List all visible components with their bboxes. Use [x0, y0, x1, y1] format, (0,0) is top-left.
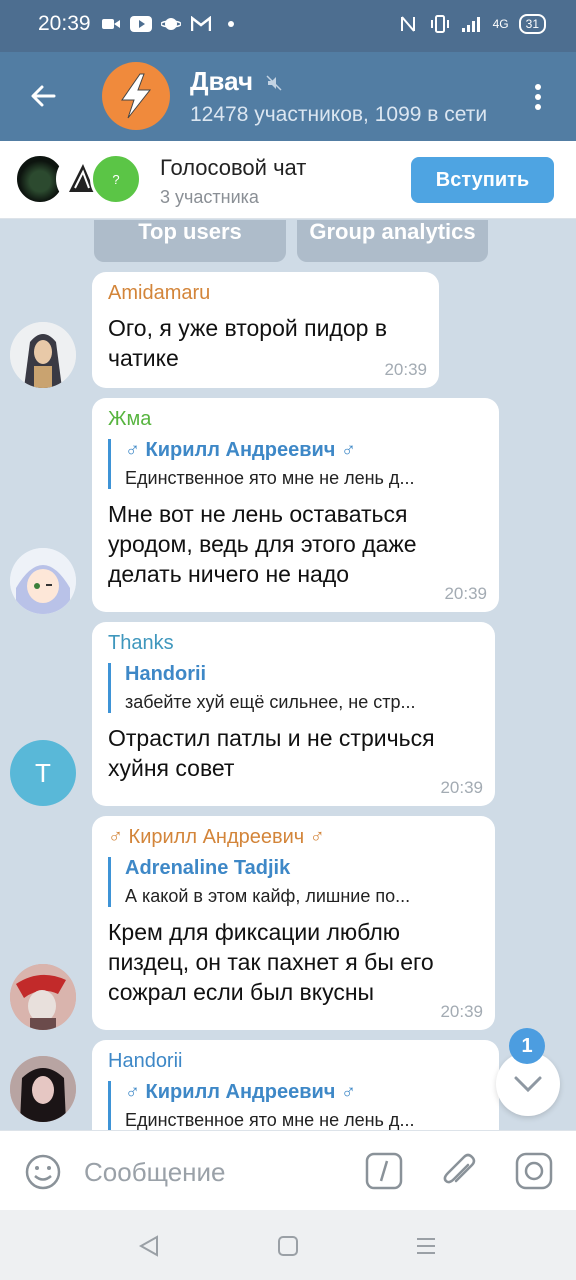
message-bubble[interactable]: Thanks Handorii забейте хуй ещё сильнее,… — [92, 622, 495, 806]
planet-icon — [160, 14, 182, 34]
message-time: 20:39 — [440, 778, 483, 797]
message-time: 20:39 — [384, 360, 427, 379]
chat-title: Двач — [190, 66, 254, 96]
status-left-icons — [100, 14, 242, 34]
gmail-icon — [190, 14, 212, 34]
system-nav-bar — [0, 1210, 576, 1280]
message-time: 20:39 — [444, 584, 487, 603]
more-vertical-icon — [535, 84, 541, 110]
chat-avatar[interactable] — [102, 62, 170, 130]
reply-text: Единственное ято мне не лень д... — [125, 1110, 415, 1130]
lightning-icon — [121, 73, 152, 119]
muted-icon — [266, 75, 282, 96]
emoji-button[interactable] — [24, 1153, 62, 1196]
avatar[interactable] — [10, 964, 76, 1030]
reply-preview[interactable]: Handorii забейте хуй ещё сильнее, не стр… — [108, 663, 479, 713]
network-type: 4G — [492, 17, 509, 31]
reply-author: ♂ Кирилл Андреевич ♂ — [125, 1081, 356, 1103]
nav-home-button[interactable] — [276, 1234, 300, 1263]
message-text: Крем для фиксации люблю пиздец, он так п… — [108, 919, 434, 1005]
message-input[interactable]: Сообщение — [84, 1157, 226, 1188]
nfc-icon — [397, 14, 419, 34]
keyboard-button-group-analytics[interactable]: Group analytics — [297, 220, 488, 262]
keyboard-button-top-users[interactable]: Top users — [94, 220, 286, 262]
message-sender: ♂ Кирилл Андреевич ♂ — [108, 826, 325, 848]
reply-preview[interactable]: Adrenaline Tadjik А какой в этом кайф, л… — [108, 857, 479, 907]
triangle-back-icon — [138, 1235, 158, 1257]
reply-author: ♂ Кирилл Андреевич ♂ — [125, 439, 356, 461]
back-button[interactable] — [24, 76, 64, 116]
message-sender: Thanks — [108, 632, 174, 654]
message-text: Ого, я уже второй пидор в чатике — [108, 315, 388, 371]
reply-text: Единственное ято мне не лень д... — [125, 468, 415, 488]
signal-icon — [461, 14, 483, 34]
message-sender: Handorii — [108, 1050, 183, 1072]
reply-text: А какой в этом кайф, лишние по... — [125, 886, 411, 906]
reply-author: Handorii — [125, 663, 207, 685]
message-text: Мне вот не лень оставаться уродом, ведь … — [108, 501, 417, 587]
dot-icon — [220, 14, 242, 34]
message-bubble[interactable]: Handorii ♂ Кирилл Андреевич ♂ Единственн… — [92, 1040, 499, 1130]
menu-button[interactable] — [528, 82, 548, 112]
message-sender: Жма — [108, 408, 152, 430]
battery-indicator: 31 — [518, 14, 546, 34]
reply-text: забейте хуй ещё сильнее, не стр... — [125, 692, 416, 712]
vibrate-icon — [429, 14, 451, 34]
voice-chat-title: Голосовой чат — [160, 155, 307, 180]
chat-title-area[interactable]: Двач 12478 участников, 1099 в сети — [190, 66, 510, 127]
message-text: Отрастил патлы и не стричься хуйня совет — [108, 725, 435, 781]
paperclip-icon — [443, 1153, 476, 1184]
chat-header: Двач 12478 участников, 1099 в сети — [0, 52, 576, 141]
youtube-icon — [130, 14, 152, 34]
unread-badge: 1 — [509, 1028, 545, 1064]
voice-participant-avatar: ? — [90, 153, 142, 205]
avatar[interactable]: T — [10, 740, 76, 806]
bot-command-button[interactable] — [364, 1151, 404, 1196]
nav-back-button[interactable] — [137, 1234, 161, 1263]
status-bar: 20:39 4G 31 — [0, 0, 576, 52]
message-bubble[interactable]: Жма ♂ Кирилл Андреевич ♂ Единственное ят… — [92, 398, 499, 612]
message-bubble[interactable]: Amidamaru Ого, я уже второй пидор в чати… — [92, 272, 439, 388]
avatar[interactable] — [10, 322, 76, 388]
avatar[interactable] — [10, 548, 76, 614]
reply-author: Adrenaline Tadjik — [125, 857, 291, 879]
chevron-down-icon — [514, 1076, 542, 1093]
menu-lines-icon — [417, 1238, 435, 1254]
reply-preview[interactable]: ♂ Кирилл Андреевич ♂ Единственное ято мн… — [108, 439, 483, 489]
message-sender: Amidamaru — [108, 282, 211, 304]
camera-button[interactable] — [514, 1151, 554, 1196]
video-camera-icon — [100, 14, 122, 34]
message-input-bar: Сообщение — [0, 1130, 576, 1210]
avatar[interactable] — [10, 1056, 76, 1122]
status-time: 20:39 — [38, 12, 91, 35]
message-list[interactable]: Top users Group analytics Amidamaru Ого,… — [0, 220, 576, 1130]
arrow-left-icon — [31, 85, 56, 107]
square-home-icon — [278, 1236, 298, 1256]
attach-button[interactable] — [440, 1151, 480, 1196]
voice-chat-subtitle: 3 участника — [160, 187, 259, 207]
status-right-icons: 4G 31 — [397, 14, 546, 34]
message-bubble[interactable]: ♂ Кирилл Андреевич ♂ Adrenaline Tadjik А… — [92, 816, 495, 1030]
instagram-camera-icon — [515, 1152, 553, 1190]
nav-recents-button[interactable] — [414, 1234, 438, 1263]
emoji-icon — [25, 1154, 61, 1190]
slash-command-icon — [365, 1152, 403, 1190]
chat-subtitle: 12478 участников, 1099 в сети — [190, 103, 488, 126]
message-time: 20:39 — [440, 1002, 483, 1021]
join-voice-chat-button[interactable]: Вступить — [411, 157, 554, 203]
reply-preview[interactable]: ♂ Кирилл Андреевич ♂ Единственное ято мн… — [108, 1081, 483, 1130]
